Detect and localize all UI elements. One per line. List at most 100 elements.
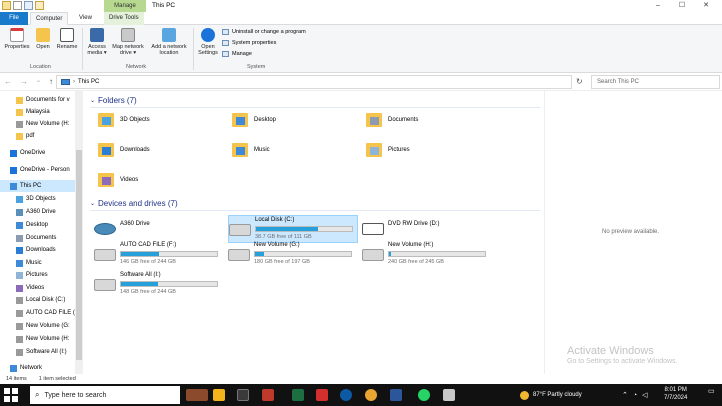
nav-item-icon xyxy=(16,108,23,116)
nav-item[interactable]: Software All (I:) xyxy=(16,346,75,358)
tab-drive-tools[interactable]: Drive Tools xyxy=(104,12,144,25)
nav-item[interactable]: New Volume (H: xyxy=(16,118,75,130)
pdf-icon[interactable] xyxy=(316,389,328,401)
word-icon[interactable] xyxy=(390,389,402,401)
drive-item[interactable]: New Volume (G:) 180 GB free of 197 GB xyxy=(228,241,358,269)
windows-start-icon[interactable] xyxy=(4,388,18,402)
volume-icon[interactable]: ◁ xyxy=(642,391,647,399)
back-arrow-icon[interactable]: ← xyxy=(4,77,12,86)
system-properties-button[interactable]: System properties xyxy=(222,40,276,46)
address-bar[interactable]: › This PC xyxy=(56,75,572,89)
taskbar-search[interactable]: ⌕ Type here to search xyxy=(30,386,180,404)
nav-item[interactable]: OneDrive xyxy=(10,147,75,159)
excel-icon[interactable] xyxy=(292,389,304,401)
app-icon[interactable] xyxy=(237,389,249,401)
folders-section-header[interactable]: ⌄ Folders (7) xyxy=(90,96,137,105)
drive-usage-fill xyxy=(256,227,319,231)
checkmark-icon[interactable] xyxy=(13,1,22,10)
drive-name: New Volume (H:) xyxy=(388,242,434,248)
refresh-icon[interactable]: ↻ xyxy=(576,77,583,86)
close-button[interactable]: ✕ xyxy=(694,0,718,12)
section-divider xyxy=(90,107,540,108)
nav-scrollbar-thumb[interactable] xyxy=(76,150,82,360)
nav-item[interactable]: pdf xyxy=(16,130,75,142)
nav-item-icon xyxy=(16,195,23,203)
wifi-icon[interactable]: ◔ xyxy=(633,392,637,399)
properties-icon[interactable] xyxy=(24,1,33,10)
section-divider xyxy=(90,210,540,211)
folder-item[interactable]: Downloads xyxy=(98,143,150,157)
drives-section-header[interactable]: ⌄ Devices and drives (7) xyxy=(90,199,178,208)
nav-item[interactable]: Downloads xyxy=(16,244,75,256)
uninstall-program-button[interactable]: Uninstall or change a program xyxy=(222,29,306,35)
breadcrumb[interactable]: This PC xyxy=(78,79,99,85)
rename-button[interactable]: Rename xyxy=(55,28,79,50)
access-media-button[interactable]: Access media ▾ xyxy=(85,28,109,56)
system-tray: ⌃ ◔ ◁ xyxy=(622,384,648,406)
drive-usage-bar xyxy=(254,251,352,257)
minimize-button[interactable]: – xyxy=(646,0,670,12)
tab-view[interactable]: View xyxy=(74,12,97,25)
nav-item[interactable]: AUTO CAD FILE ( xyxy=(16,307,75,319)
group-label-network: Network xyxy=(126,64,147,70)
notifications-icon[interactable]: ▭ xyxy=(708,387,718,399)
nav-item[interactable]: Videos xyxy=(16,282,75,294)
tab-file[interactable]: File xyxy=(0,12,28,25)
nav-item[interactable]: OneDrive - Person xyxy=(10,164,75,176)
activation-subtitle: Go to Settings to activate Windows. xyxy=(567,358,678,365)
file-explorer-icon[interactable] xyxy=(213,389,225,401)
nav-item[interactable]: Desktop xyxy=(16,219,75,231)
chevron-up-icon[interactable]: ⌃ xyxy=(622,391,628,399)
manage-button[interactable]: Manage xyxy=(222,51,252,57)
folder-item[interactable]: Pictures xyxy=(366,143,410,157)
open-settings-button[interactable]: Open Settings xyxy=(196,28,220,56)
nav-item-icon xyxy=(10,364,17,372)
nav-item[interactable]: New Volume (G: xyxy=(16,320,75,332)
up-arrow-icon[interactable]: ↑ xyxy=(49,77,53,86)
add-network-location-button[interactable]: Add a network location xyxy=(148,28,190,56)
properties-button[interactable]: Properties xyxy=(3,28,31,50)
chevron-down-icon: ⌄ xyxy=(90,98,96,104)
nav-item[interactable]: 3D Objects xyxy=(16,193,75,205)
recent-chevron-icon[interactable]: ⌄ xyxy=(36,77,41,86)
forward-arrow-icon[interactable]: → xyxy=(20,77,28,86)
drive-item[interactable]: A360 Drive xyxy=(94,215,224,243)
whatsapp-icon[interactable] xyxy=(418,389,430,401)
drive-item[interactable]: New Volume (H:) 240 GB free of 245 GB xyxy=(362,241,492,269)
new-folder-icon[interactable] xyxy=(35,1,44,10)
tab-computer[interactable]: Computer xyxy=(30,12,69,25)
search-input[interactable]: Search This PC xyxy=(591,75,720,89)
nav-item[interactable]: A360 Drive xyxy=(16,206,75,218)
folder-item[interactable]: Documents xyxy=(366,113,418,127)
folder-item[interactable]: Videos xyxy=(98,173,138,187)
manage-context-tab[interactable]: Manage xyxy=(104,0,146,12)
chrome-icon[interactable] xyxy=(365,389,377,401)
clock[interactable]: 8:01 PM 7/7/2024 xyxy=(664,386,687,402)
nav-item[interactable]: Network xyxy=(10,362,75,374)
drive-item[interactable]: DVD RW Drive (D:) xyxy=(362,215,492,243)
nav-item[interactable]: Local Disk (C:) xyxy=(16,294,75,306)
edge-icon[interactable] xyxy=(340,389,352,401)
nav-item[interactable]: This PC xyxy=(0,180,75,192)
drive-item[interactable]: AUTO CAD FILE (F:) 146 GB free of 244 GB xyxy=(94,241,224,269)
drive-item[interactable]: Software All (I:) 148 GB free of 244 GB xyxy=(94,271,224,299)
nav-item[interactable]: Documents xyxy=(16,232,75,244)
nav-item[interactable]: Malaysia xyxy=(16,106,75,118)
folder-item[interactable]: 3D Objects xyxy=(98,113,150,127)
folder-item[interactable]: Music xyxy=(232,143,270,157)
maximize-button[interactable]: ☐ xyxy=(670,0,694,12)
cookies-icon[interactable] xyxy=(186,389,208,401)
open-button[interactable]: Open xyxy=(33,28,53,50)
drive-item[interactable]: Local Disk (C:) 38.7 GB free of 111 GB xyxy=(228,215,358,243)
folder-item[interactable]: Desktop xyxy=(232,113,276,127)
nav-item-label: Downloads xyxy=(26,247,56,253)
map-network-drive-button[interactable]: Map network drive ▾ xyxy=(109,28,147,56)
nav-item[interactable]: New Volume (H: xyxy=(16,333,75,345)
nav-item[interactable]: Pictures xyxy=(16,269,75,281)
nav-item[interactable]: Documents for v xyxy=(16,94,75,106)
autocad-icon[interactable] xyxy=(262,389,274,401)
weather-widget[interactable]: 87°F Partly cloudy xyxy=(520,384,582,406)
drive-free-space: 180 GB free of 197 GB xyxy=(254,259,310,265)
app-icon[interactable] xyxy=(443,389,455,401)
nav-item[interactable]: Music xyxy=(16,257,75,269)
